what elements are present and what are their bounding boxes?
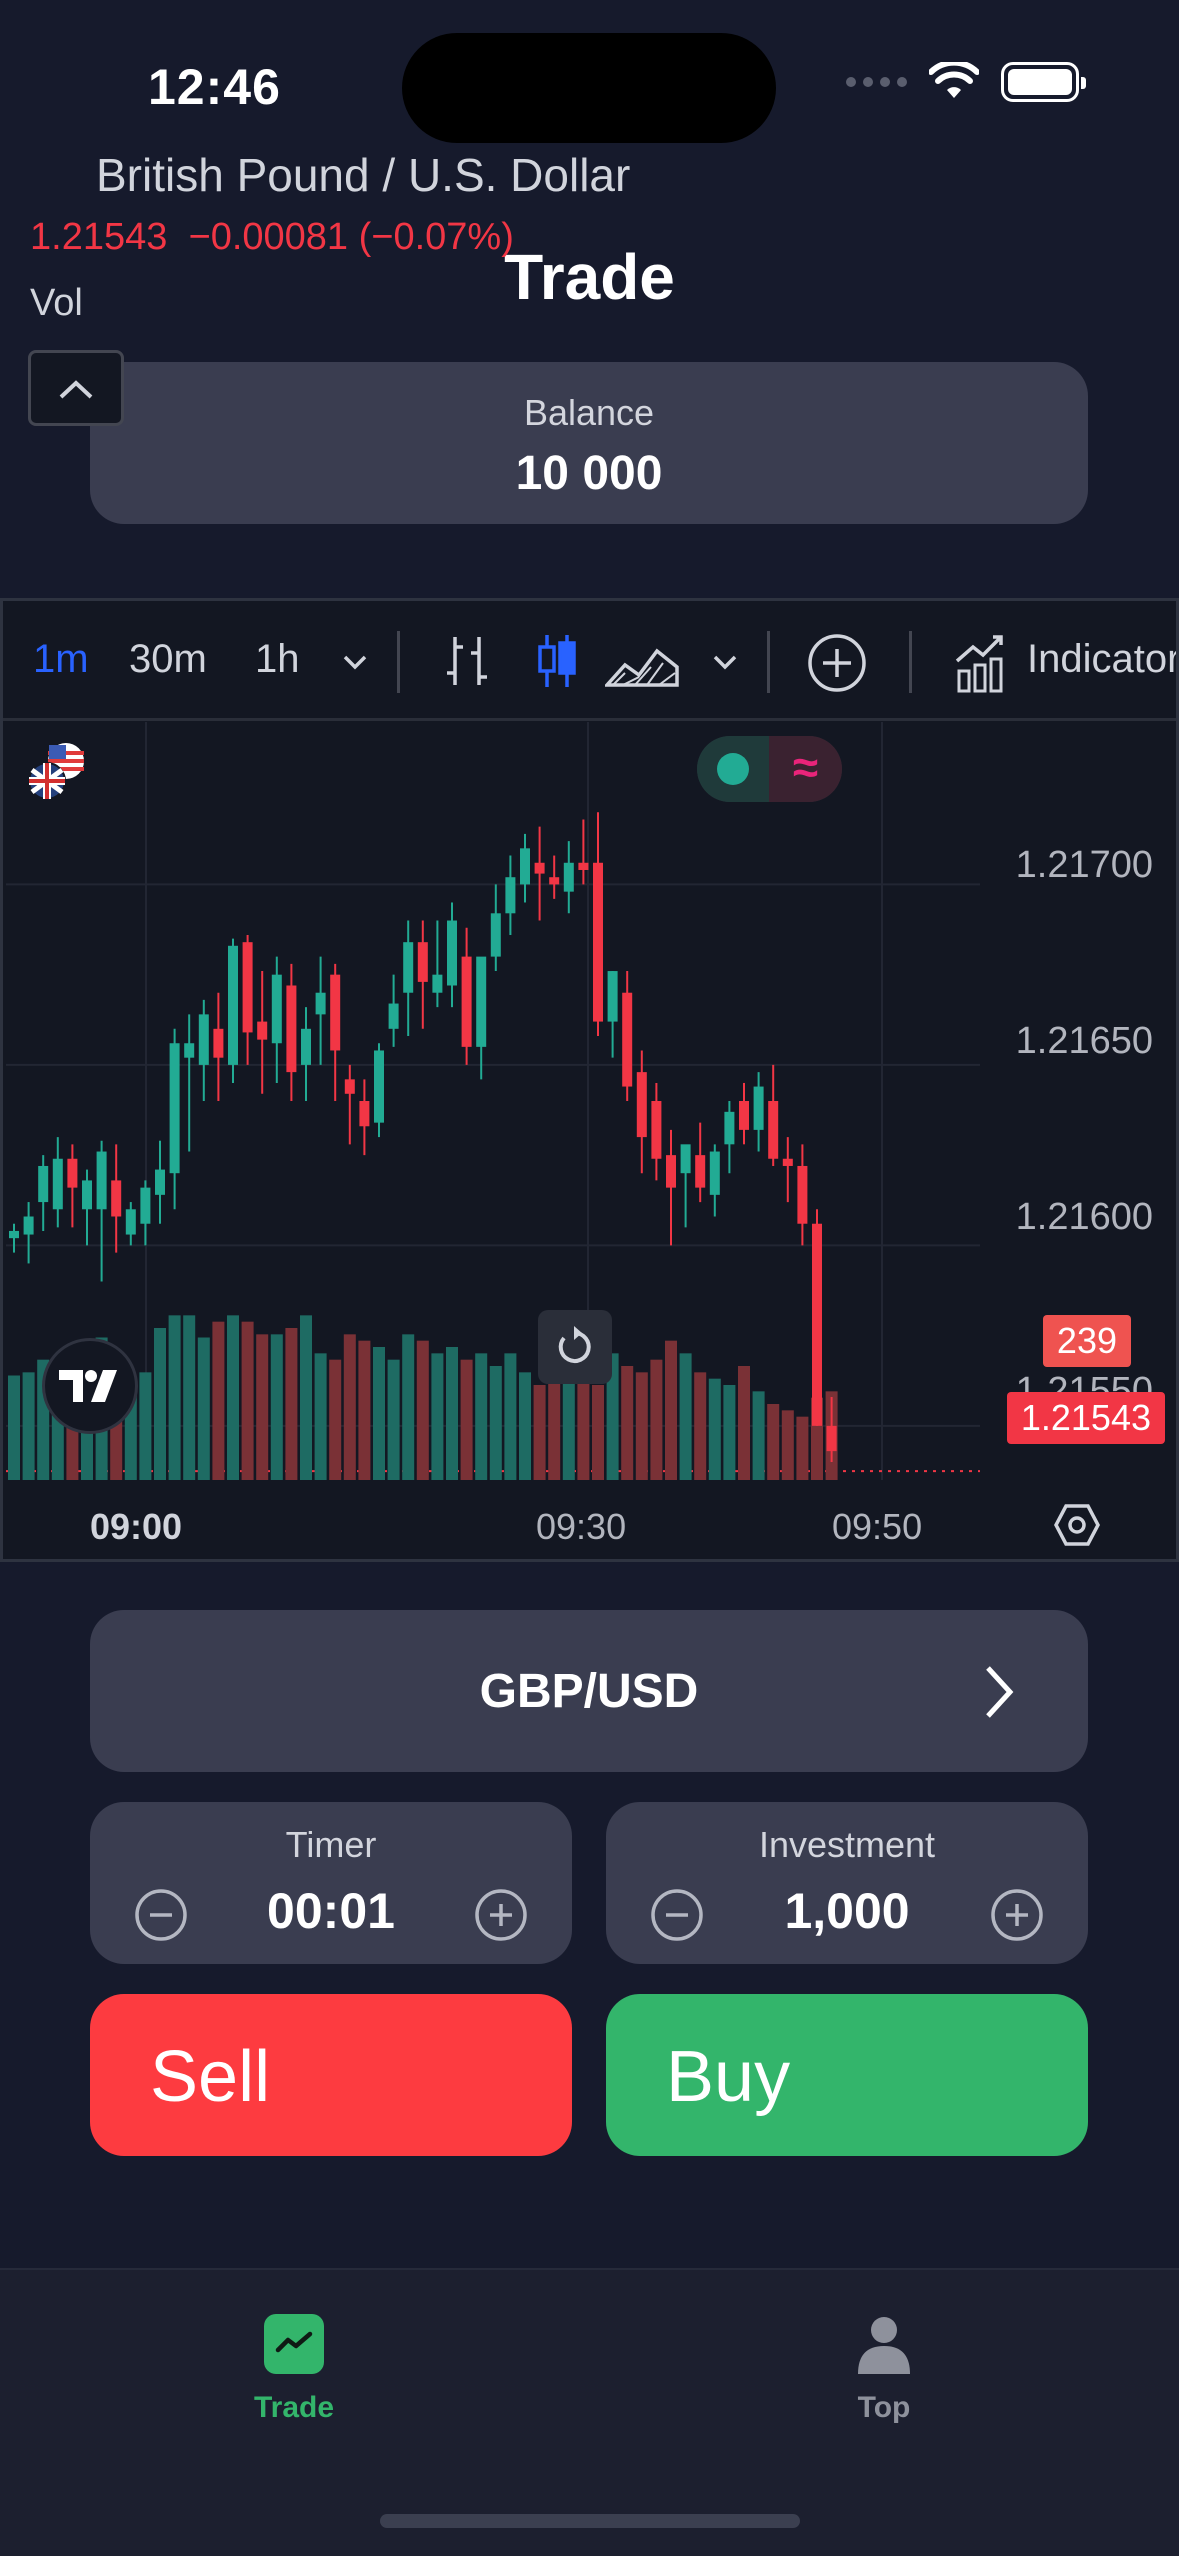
last-price-tag: 1.21543 [1006,1392,1165,1444]
chevron-down-icon[interactable] [335,645,375,681]
area-chart-style-icon[interactable] [605,637,681,689]
chart-settings-icon[interactable] [1054,1502,1100,1548]
legend-last: 1.21543 [30,216,168,258]
status-time: 12:46 [148,59,281,115]
timer-label: Timer [285,1824,377,1865]
bar-chart-style-icon[interactable] [439,629,495,693]
chart-toolbar: 1m 30m 1h Indicato [3,601,1176,721]
balance-value: 10 000 [515,447,663,500]
battery-icon [1001,62,1086,102]
buy-label: Buy [666,2037,791,2117]
sell-label: Sell [150,2037,271,2117]
collapse-legend-button[interactable] [28,350,124,426]
chevron-up-icon [59,380,93,399]
timer-card: Timer 00:01 [90,1802,572,1964]
chevron-right-icon [986,1666,1014,1718]
chart-widget[interactable]: 1m 30m 1h Indicato [0,598,1179,1562]
interval-30m[interactable]: 30m [129,637,207,682]
chevron-down-icon[interactable] [705,645,745,681]
home-indicator [380,2514,800,2528]
timer-increase-button[interactable] [474,1888,528,1942]
interval-1h[interactable]: 1h [255,637,300,682]
balance-card: Balance 10 000 [90,362,1088,524]
volume-value-tag: 239 [1042,1315,1131,1367]
balance-label: Balance [523,392,655,433]
market-status-badge[interactable]: ≈ [697,736,842,802]
time-axis-label: 09:50 [832,1506,923,1547]
price-axis-label: 1.21600 [1015,1196,1153,1238]
time-axis-label: 09:00 [90,1506,183,1547]
tab-top-label: Top [857,2391,911,2424]
price-axis-label: 1.21650 [1015,1020,1153,1062]
dynamic-island [402,33,776,143]
toolbar-divider [767,631,770,693]
tab-top[interactable]: Top [784,2314,984,2425]
cellular-signal-icon [846,77,907,87]
candle-chart-style-icon[interactable] [529,629,585,693]
chart-legend-values: 1.21543 −0.00081 (−0.07%) [30,216,514,259]
legend-change-pct: (−0.07%) [358,216,514,258]
currency-flags-icon [28,743,84,800]
tradingview-logo[interactable] [42,1338,138,1434]
reset-chart-button[interactable] [538,1310,612,1384]
volume-legend-label: Vol [30,282,83,324]
buy-button[interactable]: Buy [606,1994,1088,2156]
toolbar-divider [397,631,400,693]
add-compare-icon[interactable] [805,631,869,695]
investment-card: Investment 1,000 [606,1802,1088,1964]
investment-label: Investment [758,1824,936,1865]
reset-icon [558,1326,591,1363]
sell-button[interactable]: Sell [90,1994,572,2156]
trade-chart-icon [264,2314,324,2374]
time-axis-label: 09:30 [536,1506,627,1547]
person-icon [858,2317,910,2374]
indicators-icon[interactable] [953,631,1009,695]
price-axis-label: 1.21700 [1015,844,1153,886]
investment-increase-button[interactable] [990,1888,1044,1942]
tab-bar: Trade Top [0,2268,1179,2556]
tab-trade-label: Trade [253,2391,335,2424]
indicators-button[interactable]: Indicators [1027,637,1176,682]
legend-change: −0.00081 [188,216,349,258]
tab-trade[interactable]: Trade [194,2314,394,2425]
wifi-icon [929,62,979,98]
currency-pair-selector[interactable]: GBP/USD [90,1610,1088,1772]
currency-pair-label: GBP/USD [479,1665,699,1718]
chart-symbol-name[interactable]: British Pound / U.S. Dollar [96,148,630,202]
toolbar-divider [909,631,912,693]
tradingview-icon [59,1370,117,1402]
status-icons [846,62,1086,102]
interval-1m[interactable]: 1m [33,637,89,682]
